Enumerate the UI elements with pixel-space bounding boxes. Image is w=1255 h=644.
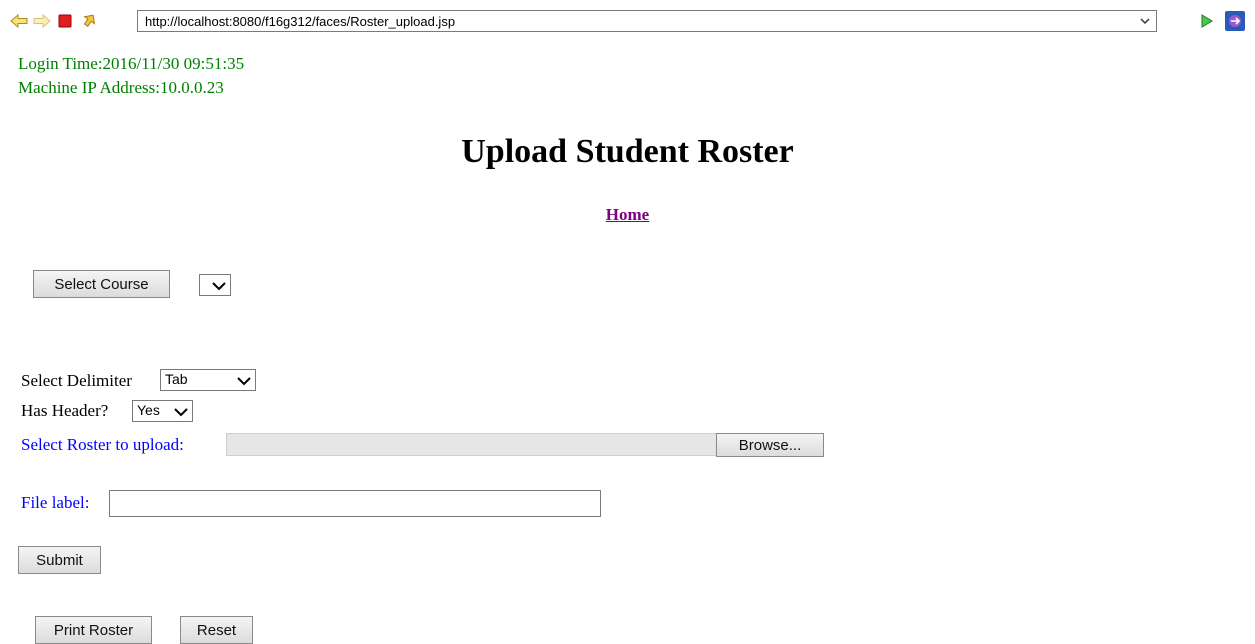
browse-button[interactable]: Browse... xyxy=(716,433,824,457)
eclipse-icon[interactable] xyxy=(1224,10,1246,32)
roster-label: Select Roster to upload: xyxy=(21,435,184,454)
reset-button[interactable]: Reset xyxy=(180,616,253,644)
delimiter-label: Select Delimiter xyxy=(21,371,132,390)
roster-file-input[interactable] xyxy=(226,433,717,456)
header-select[interactable]: Yes xyxy=(132,400,193,422)
file-label-label: File label: xyxy=(21,493,90,512)
submit-button[interactable]: Submit xyxy=(18,546,101,574)
address-bar[interactable]: http://localhost:8080/f16g312/faces/Rost… xyxy=(137,10,1157,32)
delimiter-value: Tab xyxy=(165,371,188,387)
login-time: Login Time:2016/11/30 09:51:35 xyxy=(18,54,245,73)
header-label: Has Header? xyxy=(21,401,109,420)
page-title: Upload Student Roster xyxy=(461,133,794,170)
select-course-button[interactable]: Select Course xyxy=(33,270,170,298)
home-nav: Home xyxy=(0,205,1255,225)
chevron-down-icon xyxy=(237,377,251,386)
forward-arrow-icon[interactable] xyxy=(33,12,51,30)
refresh-icon[interactable] xyxy=(80,12,98,30)
delimiter-select[interactable]: Tab xyxy=(160,369,256,391)
print-roster-button[interactable]: Print Roster xyxy=(35,616,152,644)
url-text[interactable]: http://localhost:8080/f16g312/faces/Rost… xyxy=(145,14,455,29)
file-label-input[interactable] xyxy=(109,490,601,517)
chevron-down-icon xyxy=(174,408,188,417)
machine-ip: Machine IP Address:10.0.0.23 xyxy=(18,78,224,97)
browser-toolbar: http://localhost:8080/f16g312/faces/Rost… xyxy=(0,0,1255,46)
header-value: Yes xyxy=(137,402,160,418)
go-icon[interactable] xyxy=(1197,12,1215,30)
course-dropdown[interactable] xyxy=(199,274,231,296)
chevron-down-icon xyxy=(212,282,226,291)
stop-icon[interactable] xyxy=(56,12,74,30)
home-link[interactable]: Home xyxy=(606,205,649,224)
back-arrow-icon[interactable] xyxy=(10,12,28,30)
url-dropdown-icon[interactable] xyxy=(1138,13,1152,29)
